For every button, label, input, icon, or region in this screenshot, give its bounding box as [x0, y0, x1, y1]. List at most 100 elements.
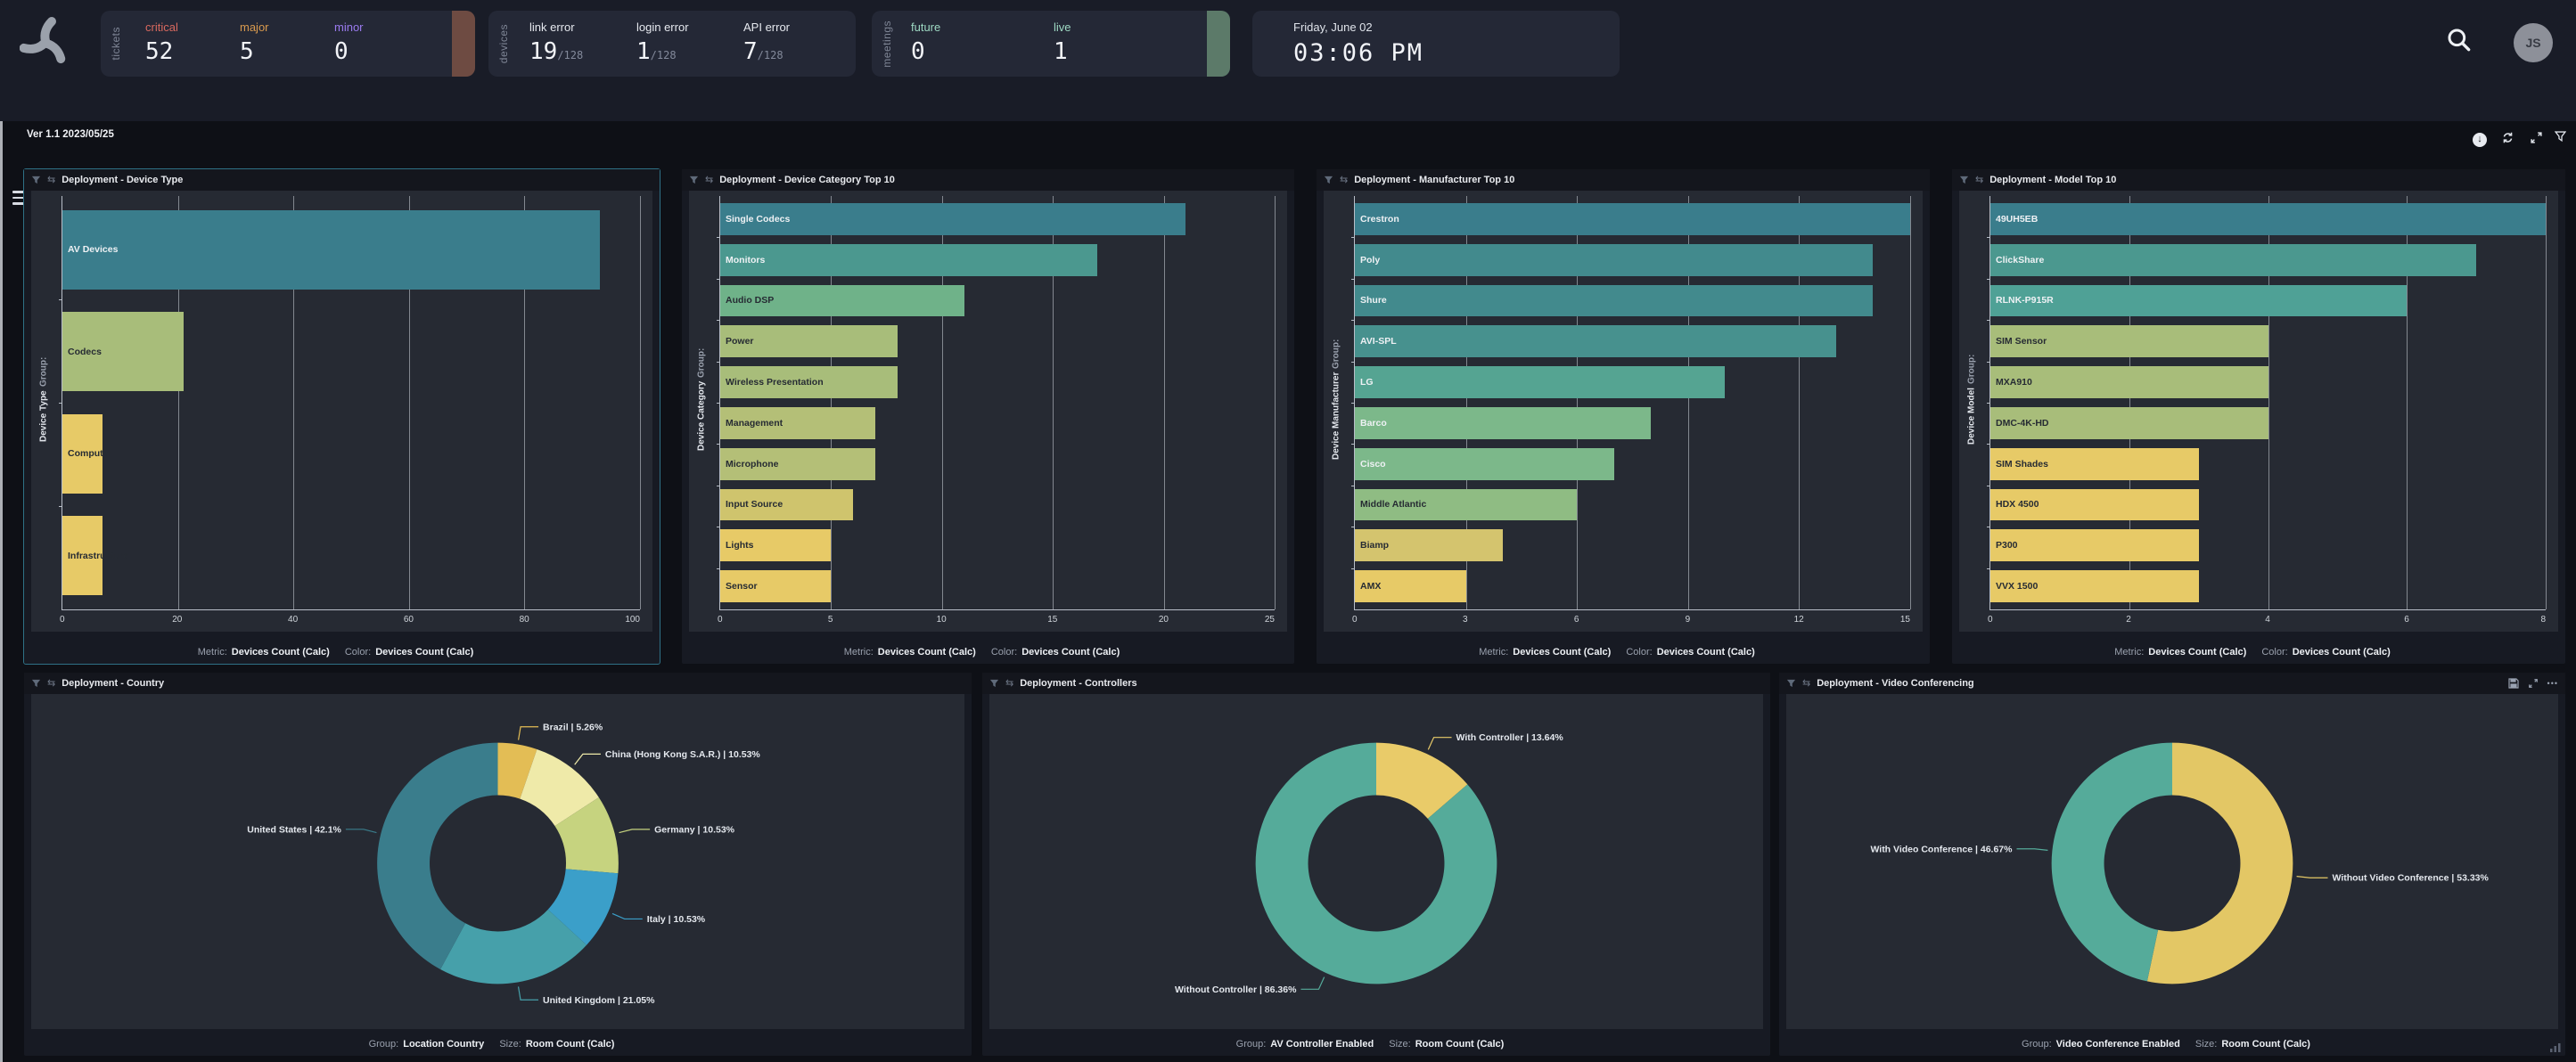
bar-row[interactable]: DMC-4K-HD: [1990, 403, 2546, 444]
donut-slice[interactable]: [2052, 743, 2172, 982]
bar-row[interactable]: RLNK-P915R: [1990, 281, 2546, 322]
bar[interactable]: RLNK-P915R: [1990, 285, 2407, 317]
bar[interactable]: Power: [720, 325, 898, 357]
more-options-icon[interactable]: •••: [2547, 679, 2558, 688]
bar[interactable]: Computer: [62, 414, 103, 494]
expand-icon[interactable]: [2530, 131, 2543, 144]
bar-label: HDX 4500: [1996, 499, 2039, 510]
bar[interactable]: Infrastructure: [62, 516, 103, 595]
bar-row[interactable]: Infrastructure: [62, 505, 640, 608]
bar-row[interactable]: Monitors: [720, 240, 1275, 281]
bar-row[interactable]: Sensor: [720, 566, 1275, 607]
bar-row[interactable]: P300: [1990, 525, 2546, 566]
bar-row[interactable]: Management: [720, 403, 1275, 444]
bar[interactable]: Shure: [1355, 285, 1873, 317]
bar-row[interactable]: SIM Sensor: [1990, 321, 2546, 362]
bar-row[interactable]: Audio DSP: [720, 281, 1275, 322]
bar-row[interactable]: Lights: [720, 525, 1275, 566]
bar-row[interactable]: 49UH5EB: [1990, 199, 2546, 240]
bar-row[interactable]: Shure: [1355, 281, 1910, 322]
expand-icon[interactable]: [2528, 678, 2539, 689]
bar-row[interactable]: Poly: [1355, 240, 1910, 281]
bar[interactable]: AVI-SPL: [1355, 325, 1836, 357]
bar-row[interactable]: LG: [1355, 362, 1910, 403]
drilldown-icon[interactable]: ⇆: [47, 176, 55, 185]
bar[interactable]: Barco: [1355, 407, 1651, 439]
filter-icon[interactable]: [2555, 131, 2566, 143]
bar[interactable]: Monitors: [720, 244, 1097, 276]
bar[interactable]: Codecs: [62, 312, 184, 391]
bar[interactable]: P300: [1990, 529, 2199, 561]
bar-row[interactable]: Microphone: [720, 444, 1275, 485]
filter-icon[interactable]: [31, 176, 41, 185]
refresh-icon[interactable]: [2501, 131, 2514, 144]
bar-row[interactable]: Cisco: [1355, 444, 1910, 485]
bar[interactable]: HDX 4500: [1990, 489, 2199, 521]
bar-row[interactable]: Middle Atlantic: [1355, 485, 1910, 526]
save-icon[interactable]: [2508, 678, 2519, 689]
bar-row[interactable]: Biamp: [1355, 525, 1910, 566]
drilldown-icon[interactable]: ⇆: [1005, 679, 1013, 689]
bar-label: Codecs: [68, 347, 102, 357]
left-edge-scrollbar[interactable]: [0, 4, 3, 1062]
bar[interactable]: 49UH5EB: [1990, 203, 2546, 235]
bar[interactable]: Lights: [720, 529, 831, 561]
bar[interactable]: DMC-4K-HD: [1990, 407, 2268, 439]
bar-row[interactable]: Codecs: [62, 301, 640, 404]
bar[interactable]: AMX: [1355, 570, 1466, 602]
x-tick-label: 20: [172, 615, 182, 625]
bar[interactable]: Microphone: [720, 448, 875, 480]
bar-row[interactable]: Barco: [1355, 403, 1910, 444]
bar-row[interactable]: SIM Shades: [1990, 444, 2546, 485]
bar[interactable]: AV Devices: [62, 210, 600, 290]
bar[interactable]: VVX 1500: [1990, 570, 2199, 602]
bar-row[interactable]: AV Devices: [62, 199, 640, 301]
bar-row[interactable]: Single Codecs: [720, 199, 1275, 240]
bar-row[interactable]: Wireless Presentation: [720, 362, 1275, 403]
x-tick-label: 8: [2540, 615, 2546, 625]
bar[interactable]: Middle Atlantic: [1355, 489, 1577, 521]
filter-icon[interactable]: [1959, 176, 1969, 185]
bar-row[interactable]: ClickShare: [1990, 240, 2546, 281]
drilldown-icon[interactable]: ⇆: [1975, 176, 1983, 185]
resize-grip-icon[interactable]: [2550, 1042, 2561, 1052]
avatar[interactable]: JS: [2514, 23, 2553, 62]
bar[interactable]: Wireless Presentation: [720, 366, 898, 398]
filter-icon[interactable]: [1786, 679, 1796, 689]
bar-row[interactable]: AVI-SPL: [1355, 321, 1910, 362]
search-icon[interactable]: [2446, 27, 2478, 59]
drilldown-icon[interactable]: ⇆: [47, 679, 55, 689]
drilldown-icon[interactable]: ⇆: [1340, 176, 1348, 185]
bar[interactable]: SIM Sensor: [1990, 325, 2268, 357]
bar-row[interactable]: Computer: [62, 403, 640, 505]
bar[interactable]: Cisco: [1355, 448, 1614, 480]
bar[interactable]: Management: [720, 407, 875, 439]
filter-icon[interactable]: [689, 176, 699, 185]
bar-row[interactable]: Power: [720, 321, 1275, 362]
bar[interactable]: Crestron: [1355, 203, 1910, 235]
bar-row[interactable]: AMX: [1355, 566, 1910, 607]
bar-row[interactable]: Crestron: [1355, 199, 1910, 240]
bar-row[interactable]: Input Source: [720, 485, 1275, 526]
bar[interactable]: LG: [1355, 366, 1725, 398]
bar[interactable]: Input Source: [720, 489, 853, 521]
bar[interactable]: SIM Shades: [1990, 448, 2199, 480]
filter-icon[interactable]: [1324, 176, 1333, 185]
bar-row[interactable]: MXA910: [1990, 362, 2546, 403]
bar[interactable]: ClickShare: [1990, 244, 2476, 276]
filter-icon[interactable]: [989, 679, 999, 689]
app-logo-icon[interactable]: [20, 14, 71, 69]
bar[interactable]: Single Codecs: [720, 203, 1185, 235]
bar[interactable]: MXA910: [1990, 366, 2268, 398]
drilldown-icon[interactable]: ⇆: [1802, 679, 1810, 689]
bar[interactable]: Poly: [1355, 244, 1873, 276]
bar-row[interactable]: VVX 1500: [1990, 566, 2546, 607]
bar[interactable]: Sensor: [720, 570, 831, 602]
x-tick-label: 12: [1794, 615, 1804, 625]
bar[interactable]: Audio DSP: [720, 285, 964, 317]
drilldown-icon[interactable]: ⇆: [705, 176, 713, 185]
bar[interactable]: Biamp: [1355, 529, 1503, 561]
bar-row[interactable]: HDX 4500: [1990, 485, 2546, 526]
download-button[interactable]: ↓: [2473, 130, 2487, 147]
filter-icon[interactable]: [31, 679, 41, 689]
